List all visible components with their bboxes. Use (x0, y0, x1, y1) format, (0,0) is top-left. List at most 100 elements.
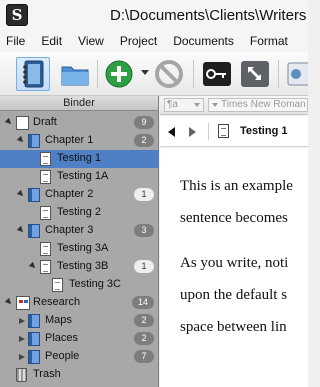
disclosure-closed-icon[interactable] (19, 336, 25, 342)
binder-item-chapter-1[interactable]: Chapter 1 2 (0, 132, 159, 150)
disclosure-open-icon[interactable] (16, 225, 26, 235)
item-count-badge: 2 (134, 314, 154, 327)
binder-item-testing-3b[interactable]: Testing 3B 1 (0, 258, 159, 276)
back-arrow-icon[interactable] (168, 127, 175, 137)
binder-item-label: Chapter 2 (45, 188, 94, 200)
research-icon (16, 296, 30, 310)
menu-file[interactable]: File (6, 34, 25, 48)
forward-arrow-icon[interactable] (189, 127, 196, 137)
editor-header-bar: Testing 1 (160, 116, 308, 147)
binder-item-label: Chapter 1 (45, 134, 94, 146)
folder-icon (28, 134, 40, 148)
document-icon[interactable] (218, 124, 229, 138)
key-icon (203, 62, 231, 86)
window-title: D:\Documents\Clients\Writers (110, 7, 307, 24)
disclosure-closed-icon[interactable] (19, 318, 25, 324)
composition-mode-button[interactable] (238, 57, 272, 91)
binder-button[interactable] (16, 57, 50, 91)
binder-item-testing-3c[interactable]: Testing 3C (0, 276, 159, 294)
binder-item-places[interactable]: Places 2 (0, 330, 159, 348)
binder-item-people[interactable]: People 7 (0, 348, 159, 366)
plus-circle-icon (105, 60, 133, 88)
doc-icon (52, 278, 63, 292)
binder-item-trash[interactable]: Trash (0, 366, 159, 384)
binder-tree: Draft 9 Chapter 1 2 Testing 1 Testing 1A Chapt… (0, 112, 159, 387)
title-bar: S D:\Documents\Clients\Writers (0, 0, 308, 30)
doc-icon (40, 170, 51, 184)
main-toolbar (0, 52, 308, 96)
doc-icon (40, 260, 51, 274)
editor-line: As you write, noti (180, 255, 289, 271)
item-count-badge: 1 (134, 260, 154, 273)
editor-line: This is an example (180, 178, 293, 194)
paragraph-style-select[interactable]: ¶a (164, 98, 204, 112)
header-separator (208, 123, 209, 140)
doc-icon (40, 152, 51, 166)
binder-item-chapter-2[interactable]: Chapter 2 1 (0, 186, 159, 204)
item-count-badge: 1 (134, 188, 154, 201)
binder-item-research[interactable]: Research 14 (0, 294, 159, 312)
doc-icon (40, 206, 51, 220)
edit-button[interactable] (284, 57, 308, 91)
disclosure-open-icon[interactable] (28, 261, 38, 271)
toolbar-separator (193, 60, 194, 88)
scrivener-app-icon[interactable]: S (6, 4, 28, 26)
editor-line: space between lin (180, 319, 287, 335)
editor-text-area[interactable]: This is an example sentence becomes As y… (160, 148, 308, 387)
disclosure-open-icon[interactable] (4, 297, 14, 307)
item-count-badge: 2 (134, 332, 154, 345)
delete-button[interactable] (152, 57, 186, 91)
disclosure-open-icon[interactable] (16, 189, 26, 199)
binder-item-label: Trash (33, 368, 61, 380)
folder-icon (28, 314, 40, 328)
binder-item-label: Testing 1 (57, 152, 102, 164)
add-button[interactable] (102, 57, 136, 91)
disclosure-closed-icon[interactable] (19, 354, 25, 360)
menu-format[interactable]: Format (250, 34, 288, 48)
add-dropdown-arrow-icon[interactable] (141, 70, 149, 75)
folder-icon (28, 224, 40, 238)
doc-icon (40, 242, 51, 256)
binder-item-testing-1a[interactable]: Testing 1A (0, 168, 159, 186)
binder-item-label: Testing 3A (57, 242, 109, 254)
menu-edit[interactable]: Edit (41, 34, 62, 48)
binder-item-label: Draft (33, 116, 57, 128)
toolbar-separator (97, 60, 98, 88)
editor-line: sentence becomes (180, 210, 288, 226)
binder-item-chapter-3[interactable]: Chapter 3 3 (0, 222, 159, 240)
menu-documents[interactable]: Documents (173, 34, 234, 48)
binder-item-draft[interactable]: Draft 9 (0, 114, 159, 132)
binder-item-testing-3a[interactable]: Testing 3A (0, 240, 159, 258)
document-title[interactable]: Testing 1 (240, 125, 287, 137)
prohibited-icon (155, 60, 183, 88)
folder-icon (28, 188, 40, 202)
key-button[interactable] (200, 57, 234, 91)
binder-item-label: Maps (45, 314, 72, 326)
disclosure-open-icon[interactable] (4, 117, 14, 127)
edit-icon (287, 62, 308, 86)
binder-item-label: Chapter 3 (45, 224, 94, 236)
item-count-badge: 2 (134, 134, 154, 147)
menu-bar: File Edit View Project Documents Format (0, 30, 308, 52)
folder-icon (28, 332, 40, 346)
binder-item-testing-1[interactable]: Testing 1 (0, 150, 159, 168)
binder-item-testing-2[interactable]: Testing 2 (0, 204, 159, 222)
binder-item-label: Places (45, 332, 79, 344)
disclosure-open-icon[interactable] (16, 135, 26, 145)
binder-item-label: Testing 2 (57, 206, 102, 218)
folder-icon (61, 66, 89, 86)
binder-panel: Binder Draft 9 Chapter 1 2 Testing 1 Testing … (0, 96, 159, 387)
trash-icon (16, 368, 27, 382)
folder-icon (28, 350, 40, 364)
draft-icon (16, 116, 29, 130)
collections-button[interactable] (58, 57, 92, 91)
binder-item-maps[interactable]: Maps 2 (0, 312, 159, 330)
item-count-badge: 14 (131, 296, 154, 309)
menu-project[interactable]: Project (120, 34, 157, 48)
binder-item-label: Testing 3C (69, 278, 121, 290)
editor-line: upon the default s (180, 287, 288, 303)
item-count-badge: 3 (134, 224, 154, 237)
item-count-badge: 9 (134, 116, 154, 129)
menu-view[interactable]: View (78, 34, 104, 48)
font-family-select[interactable]: Times New Roman (208, 98, 308, 112)
